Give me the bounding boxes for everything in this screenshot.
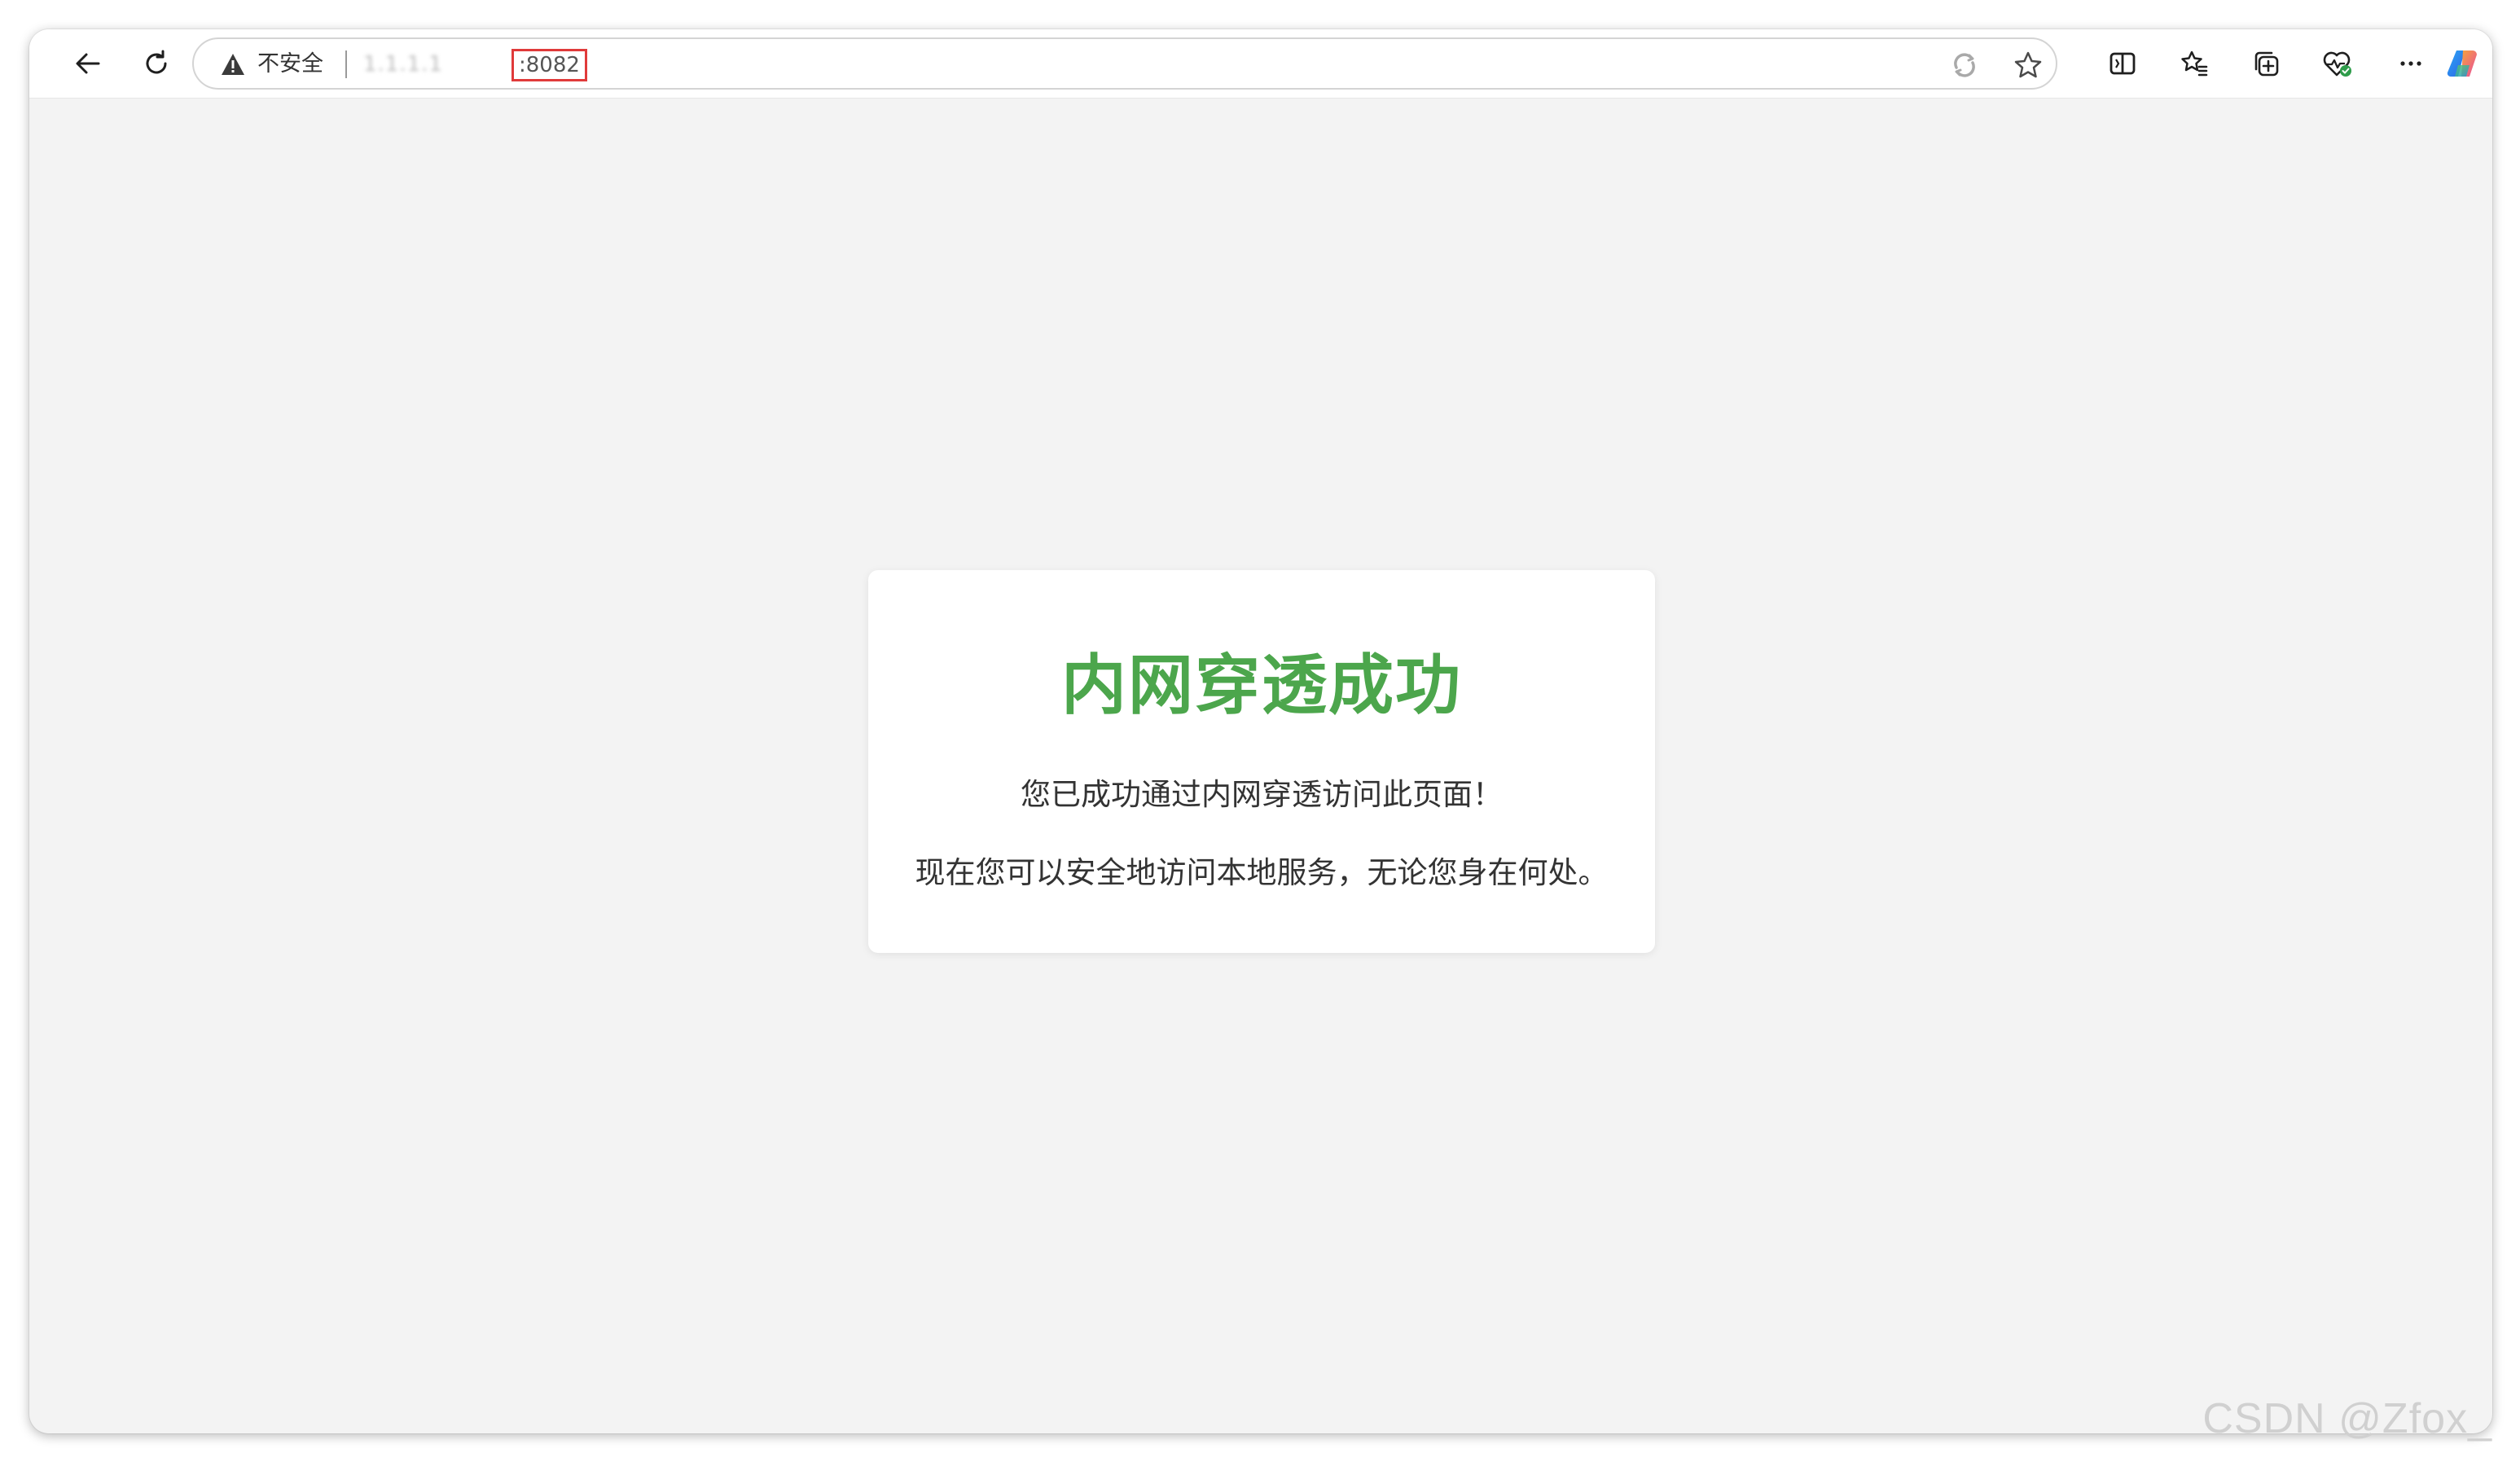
split-screen-button[interactable] — [2100, 41, 2145, 86]
more-button[interactable] — [2388, 41, 2434, 86]
csdn-watermark: CSDN @Zfox_ — [2202, 1395, 2492, 1442]
browser-essentials-icon — [2322, 49, 2353, 78]
warning-icon[interactable] — [220, 52, 246, 77]
copilot-button[interactable] — [2440, 41, 2486, 86]
back-arrow-icon — [73, 49, 103, 78]
collections-icon — [2251, 49, 2281, 78]
address-bar[interactable]: 不安全 1.1.1.1 :8082 — [192, 37, 2057, 90]
more-icon — [2396, 49, 2426, 78]
address-separator — [345, 50, 347, 78]
favorites-icon — [2180, 49, 2209, 78]
browser-toolbar: 不安全 1.1.1.1 :8082 — [29, 29, 2492, 99]
security-label[interactable]: 不安全 — [257, 50, 323, 78]
success-message: 您已成功通过内网穿透访问此页面！ — [1021, 777, 1503, 812]
refresh-button[interactable] — [134, 41, 179, 86]
info-message: 现在您可以安全地访问本地服务，无论您身在何处。 — [915, 855, 1609, 890]
url-port-highlight[interactable]: :8082 — [511, 49, 587, 81]
copilot-icon — [2445, 46, 2481, 81]
read-aloud-icon[interactable] — [1948, 49, 1981, 81]
page-title: 内网穿透成功 — [1061, 647, 1462, 723]
split-screen-icon — [2108, 49, 2137, 78]
browser-window: 不安全 1.1.1.1 :8082 内网穿透成功 您已成功通过内网穿透访问此页面… — [29, 29, 2492, 1433]
refresh-icon — [142, 49, 171, 78]
favorite-star-icon[interactable] — [2012, 49, 2044, 81]
browser-essentials-button[interactable] — [2315, 41, 2360, 86]
back-button[interactable] — [65, 41, 111, 86]
favorites-button[interactable] — [2171, 41, 2217, 86]
success-card: 内网穿透成功 您已成功通过内网穿透访问此页面！ 现在您可以安全地访问本地服务，无… — [868, 570, 1655, 953]
collections-button[interactable] — [2243, 41, 2289, 86]
url-host[interactable]: 1.1.1.1 — [363, 50, 443, 79]
